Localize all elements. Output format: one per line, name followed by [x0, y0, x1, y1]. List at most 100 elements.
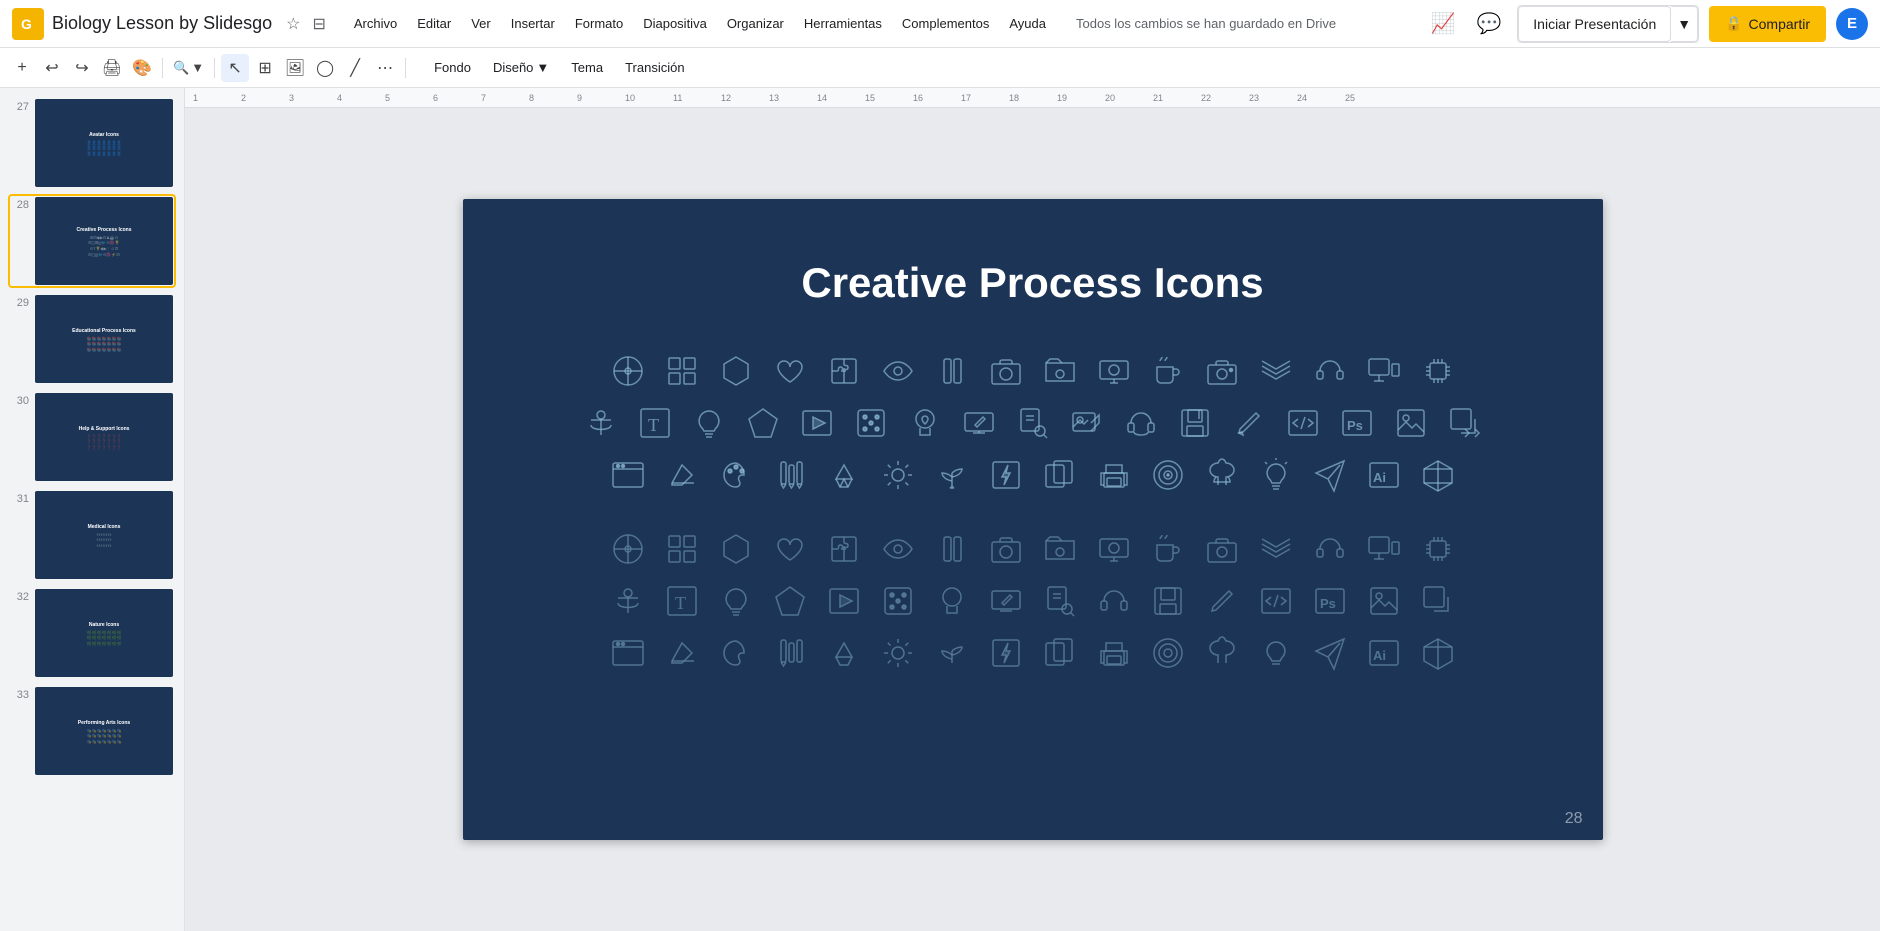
icon-dice [847, 399, 895, 447]
slide-thumb-32[interactable]: 32 Nature Icons 🌿🌿🌿🌿🌿🌿🌿🌿🌿🌿🌿🌿🌿🌿🌿🌿🌿🌿🌿🌿🌿 [8, 586, 176, 680]
icon-screen-edit [955, 399, 1003, 447]
add-button[interactable]: + [8, 54, 36, 82]
share-button[interactable]: 🔒 Compartir [1709, 6, 1826, 42]
icon-b-eraser [658, 629, 706, 677]
separator-2 [214, 58, 215, 78]
slide-num-28: 28 [11, 199, 29, 211]
menu-archivo[interactable]: Archivo [344, 12, 407, 35]
icon-folder-user [1036, 347, 1084, 395]
doc-title[interactable]: Biology Lesson by Slidesgo [52, 13, 272, 34]
icon-eye [874, 347, 922, 395]
paint-format-button[interactable]: 🎨 [128, 54, 156, 82]
icon-b-pen [1198, 577, 1246, 625]
drive-icon[interactable]: ⊟ [312, 14, 325, 34]
menu-ver[interactable]: Ver [461, 12, 501, 35]
slide-thumb-28[interactable]: 28 Creative Process Icons ⚙⊟◆▶⊡♟☕⊙⊟◻⊞|||… [8, 194, 176, 288]
select-tool[interactable]: ↖ [221, 54, 249, 82]
icon-b-bulb [712, 577, 760, 625]
trending-icon[interactable]: 📈 [1425, 6, 1461, 42]
menu-diapositiva[interactable]: Diapositiva [633, 12, 717, 35]
icon-target [1144, 451, 1192, 499]
svg-text:G: G [21, 16, 32, 32]
slide-thumb-29[interactable]: 29 Educational Process Icons 📚📚📚📚📚📚📚📚📚📚📚… [8, 292, 176, 386]
text-box-tool[interactable]: ⊞ [251, 54, 279, 82]
icon-ai: Ai [1360, 451, 1408, 499]
menu-insertar[interactable]: Insertar [501, 12, 565, 35]
menu-formato[interactable]: Formato [565, 12, 633, 35]
tema-button[interactable]: Tema [561, 54, 613, 82]
icon-play-button [793, 399, 841, 447]
icon-plant [928, 451, 976, 499]
print-button[interactable]: 🖨 [98, 54, 126, 82]
slide-preview-29: Educational Process Icons 📚📚📚📚📚📚📚📚📚📚📚📚📚📚… [35, 295, 173, 383]
slide-thumb-30[interactable]: 30 Help & Support Icons ❓❓❓❓❓❓❓❓❓❓❓❓❓❓❓❓… [8, 390, 176, 484]
icon-b-target [1144, 629, 1192, 677]
icon-bulb2 [1252, 451, 1300, 499]
comment-icon[interactable]: 💬 [1471, 6, 1507, 42]
icon-search-doc [1009, 399, 1057, 447]
slide-num-29: 29 [11, 297, 29, 309]
icon-b-plant [928, 629, 976, 677]
slide-preview-27: Avatar Icons 👤👤👤👤👤👤👤👤👤👤👤👤👤👤👤👤👤👤👤👤👤 [35, 99, 173, 187]
icon-b-headphones2 [1090, 577, 1138, 625]
icon-cube [1414, 451, 1462, 499]
menu-complementos[interactable]: Complementos [892, 12, 999, 35]
icon-b-folder [1036, 525, 1084, 573]
image-tool[interactable]: 🖼 [281, 54, 309, 82]
icon-b-code [1252, 577, 1300, 625]
icon-b-headphones [1306, 525, 1354, 573]
menu-ayuda[interactable]: Ayuda [999, 12, 1056, 35]
icon-b-eye [874, 525, 922, 573]
icon-printer [1090, 451, 1138, 499]
slide-preview-28: Creative Process Icons ⚙⊟◆▶⊡♟☕⊙⊟◻⊞|||🐦⊙🌺… [35, 197, 173, 285]
zoom-control[interactable]: 🔍 ▼ [169, 54, 208, 82]
icon-b-resize [1414, 577, 1462, 625]
icon-b-bulb2 [1252, 629, 1300, 677]
icon-b-origami [820, 629, 868, 677]
diseno-button[interactable]: Diseño ▼ [483, 54, 559, 82]
more-tools[interactable]: ⋯ [371, 54, 399, 82]
icon-layers [1252, 347, 1300, 395]
icon-bolt-box [982, 451, 1030, 499]
icon-rows-top: T [523, 347, 1543, 499]
icon-b-anchor [604, 577, 652, 625]
topbar-right: 📈 💬 Iniciar Presentación ▼ 🔒 Compartir E [1425, 5, 1868, 43]
icon-coffee [1144, 347, 1192, 395]
transicion-button[interactable]: Transición [615, 54, 694, 82]
icon-puzzle [820, 347, 868, 395]
icon-b-grid [658, 525, 706, 573]
slide-preview-32: Nature Icons 🌿🌿🌿🌿🌿🌿🌿🌿🌿🌿🌿🌿🌿🌿🌿🌿🌿🌿🌿🌿🌿 [35, 589, 173, 677]
slide-thumb-31[interactable]: 31 Medical Icons ⚕⚕⚕⚕⚕⚕⚕⚕⚕⚕⚕⚕⚕⚕⚕⚕⚕⚕⚕⚕⚕ [8, 488, 176, 582]
undo-button[interactable]: ↩ [38, 54, 66, 82]
menu-herramientas[interactable]: Herramientas [794, 12, 892, 35]
app-logo[interactable]: G [12, 8, 44, 40]
icon-camera2 [1198, 347, 1246, 395]
icon-b-puzzle [820, 525, 868, 573]
slide-thumb-27[interactable]: 27 Avatar Icons 👤👤👤👤👤👤👤👤👤👤👤👤👤👤👤👤👤👤👤👤👤 [8, 96, 176, 190]
slide-canvas-container[interactable]: Creative Process Icons [185, 108, 1880, 931]
slide-thumb-33[interactable]: 33 Performing Arts Icons 🎭🎭🎭🎭🎭🎭🎭🎭🎭🎭🎭🎭🎭🎭🎭… [8, 684, 176, 778]
menu-organizar[interactable]: Organizar [717, 12, 794, 35]
svg-text:Ps: Ps [1320, 596, 1336, 611]
slide-num-27: 27 [11, 101, 29, 113]
horizontal-ruler: 1 2 3 4 5 6 7 8 9 10 11 12 13 14 15 16 1… [185, 88, 1880, 108]
icon-compass [604, 347, 652, 395]
redo-button[interactable]: ↪ [68, 54, 96, 82]
icon-code [1279, 399, 1327, 447]
icon-row-4 [523, 525, 1543, 573]
icon-b-dice [874, 577, 922, 625]
icon-eraser [658, 451, 706, 499]
present-button[interactable]: Iniciar Presentación [1518, 6, 1671, 42]
slide-num-33: 33 [11, 689, 29, 701]
shape-tool[interactable]: ◯ [311, 54, 339, 82]
fondo-button[interactable]: Fondo [424, 54, 481, 82]
menu-editar[interactable]: Editar [407, 12, 461, 35]
present-dropdown[interactable]: ▼ [1671, 6, 1698, 42]
icon-b-heart [766, 525, 814, 573]
user-avatar[interactable]: E [1836, 8, 1868, 40]
separator-3 [405, 58, 406, 78]
line-tool[interactable]: ╱ [341, 54, 369, 82]
icon-pen [1225, 399, 1273, 447]
icon-b-browser [604, 629, 652, 677]
star-icon[interactable]: ☆ [286, 14, 300, 34]
